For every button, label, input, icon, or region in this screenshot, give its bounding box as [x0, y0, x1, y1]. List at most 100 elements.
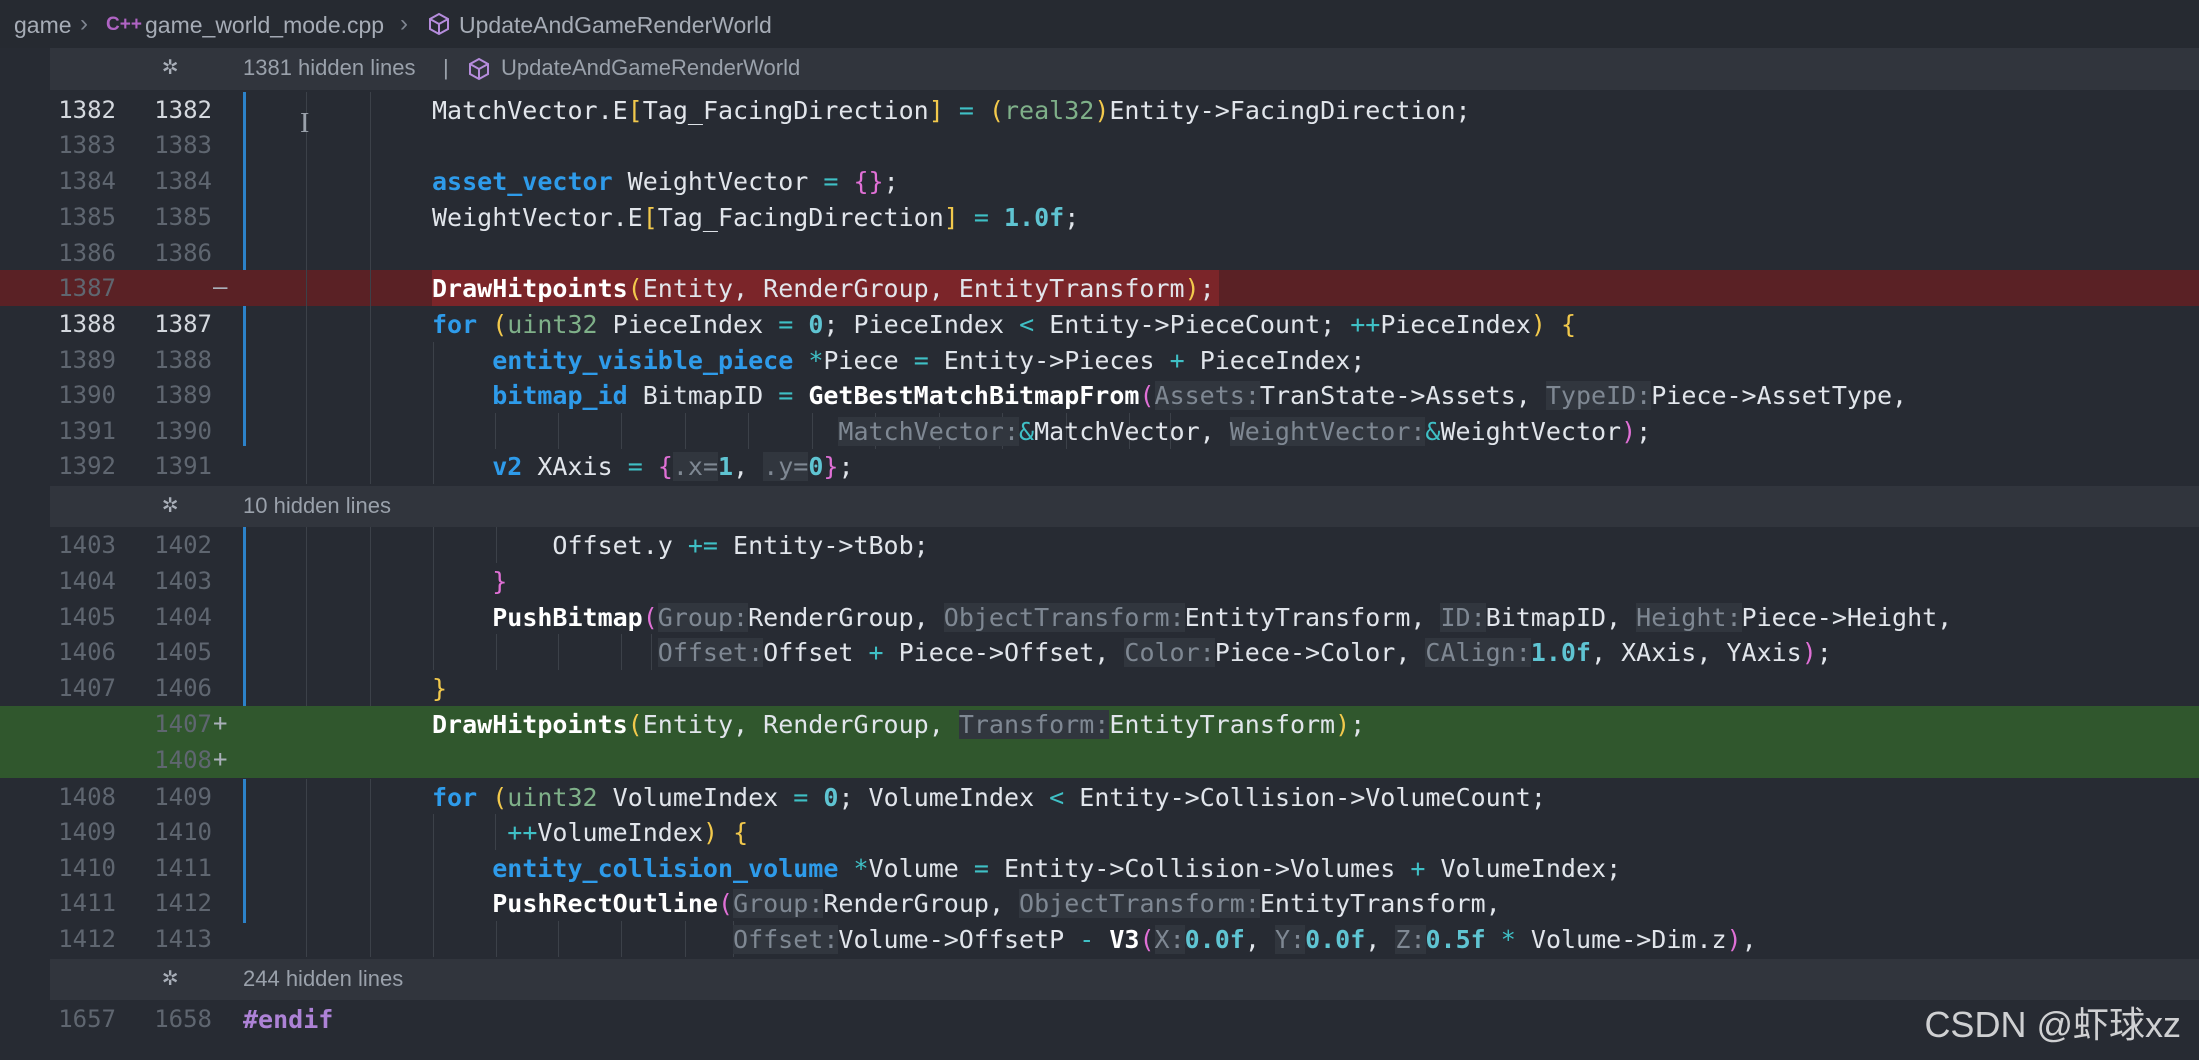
- code-line[interactable]: 1390 1389 bitmap_id BitmapID = GetBestMat…: [0, 377, 2199, 413]
- code-text[interactable]: WeightVector.E[Tag_FacingDirection] = 1.…: [432, 199, 1079, 235]
- old-line-number: 1407: [58, 674, 116, 702]
- new-line-number: 1405: [154, 638, 212, 666]
- code-line[interactable]: 1404 1403 }: [0, 563, 2199, 599]
- old-line-number: 1404: [58, 567, 116, 595]
- added-marker: +: [213, 745, 228, 773]
- code-line[interactable]: 1392 1391 v2 XAxis = {.x=1, .y=0};: [0, 448, 2199, 484]
- code-line[interactable]: 1383 1383: [0, 127, 2199, 163]
- code-text[interactable]: }: [432, 563, 507, 599]
- indent-guide: [306, 885, 307, 921]
- code-line[interactable]: 1412 1413 Offset:Volume->OffsetP - V3(X:0…: [0, 921, 2199, 957]
- code-text[interactable]: ++VolumeIndex) {: [432, 814, 748, 850]
- code-token: ;: [1064, 203, 1080, 232]
- code-token: [: [627, 96, 643, 125]
- code-text[interactable]: entity_collision_volume *Volume = Entity…: [432, 850, 1621, 886]
- breadcrumb-file[interactable]: game_world_mode.cpp: [145, 12, 384, 39]
- code-text[interactable]: Offset.y += Entity->tBob;: [432, 527, 928, 563]
- code-line[interactable]: 1407 1406}: [0, 670, 2199, 706]
- code-line[interactable]: 1391 1390 MatchVector:&MatchVector, Weigh…: [0, 413, 2199, 449]
- code-text[interactable]: DrawHitpoints(Entity, RenderGroup, Trans…: [432, 706, 1365, 742]
- code-token: 1: [718, 452, 734, 481]
- new-line-number: 1408: [154, 746, 212, 774]
- breadcrumb-folder[interactable]: game: [14, 12, 72, 39]
- code-text[interactable]: Offset:Volume->OffsetP - V3(X:0.0f, Y:0.…: [432, 921, 1757, 957]
- code-text[interactable]: DrawHitpoints(Entity, RenderGroup, Entit…: [432, 270, 1219, 306]
- deleted-line[interactable]: 1387 — DrawHitpoints(Entity, RenderGroup, …: [0, 270, 2199, 306]
- code-token: =: [778, 381, 794, 410]
- old-line-number: 1389: [58, 346, 116, 374]
- old-line-number: 1385: [58, 203, 116, 231]
- code-line[interactable]: 1411 1412 PushRectOutline(Group:RenderGro…: [0, 885, 2199, 921]
- code-line[interactable]: 1403 1402 Offset.y += Entity->tBob;: [0, 527, 2199, 563]
- code-line[interactable]: 1388 1387 for (uint32 PieceIndex = 0; Piec…: [0, 306, 2199, 342]
- code-token: V3: [1109, 925, 1140, 954]
- code-line[interactable]: 1409 1410 ++VolumeIndex) {: [0, 814, 2199, 850]
- code-text[interactable]: Offset:Offset + Piece->Offset, Color:Pie…: [432, 634, 1832, 670]
- unfold-icon[interactable]: ✲: [162, 50, 178, 81]
- code-text[interactable]: bitmap_id BitmapID = GetBestMatchBitmapF…: [432, 377, 1907, 413]
- code-token: Offset.y: [432, 531, 688, 560]
- breadcrumb-symbol[interactable]: UpdateAndGameRenderWorld: [459, 12, 772, 39]
- code-token: real32: [1004, 96, 1095, 125]
- code-token: EntityTransform,: [1184, 603, 1441, 632]
- added-line[interactable]: 1407 + DrawHitpoints(Entity, RenderGroup, …: [0, 706, 2199, 742]
- code-token: Entity->Collision->Volumes: [988, 854, 1411, 883]
- code-line[interactable]: 1406 1405 Offset:Offset + Piece->Offset, …: [0, 634, 2199, 670]
- indent-guide: [306, 527, 307, 563]
- code-token: CAlign:: [1425, 638, 1531, 667]
- fold-separator: |: [443, 55, 449, 80]
- code-token: Y:: [1274, 925, 1306, 954]
- code-line[interactable]: 1657 1658 #endif: [0, 1001, 2199, 1037]
- code-text[interactable]: for (uint32 VolumeIndex = 0; VolumeIndex…: [432, 779, 1546, 815]
- code-line[interactable]: 1389 1388 entity_visible_piece *Piece = E…: [0, 342, 2199, 378]
- fold-bar[interactable]: ✲ 1381 hidden lines | UpdateAndGameRende…: [50, 48, 2199, 90]
- code-token: ;: [883, 167, 899, 196]
- code-token: 1.0f: [1530, 638, 1591, 667]
- code-text[interactable]: #endif: [243, 1001, 333, 1037]
- added-line[interactable]: 1408 +: [0, 742, 2199, 778]
- code-token: -: [1079, 925, 1095, 954]
- breadcrumb: game › C++ game_world_mode.cpp › UpdateA…: [0, 0, 2199, 48]
- code-text[interactable]: entity_visible_piece *Piece = Entity->Pi…: [432, 342, 1365, 378]
- indent-guide: [306, 448, 307, 484]
- code-text[interactable]: asset_vector WeightVector = {};: [432, 163, 899, 199]
- code-token: (: [1139, 925, 1155, 954]
- code-token: ): [1530, 310, 1546, 339]
- code-token: (: [642, 603, 658, 632]
- indent-guide: [306, 599, 307, 635]
- unfold-icon[interactable]: ✲: [162, 488, 178, 519]
- code-token: (: [627, 274, 643, 303]
- code-text[interactable]: MatchVector:&MatchVector, WeightVector:&…: [432, 413, 1651, 449]
- code-line[interactable]: 1408 1409 for (uint32 VolumeIndex = 0; Vol…: [0, 779, 2199, 815]
- code-text[interactable]: }: [432, 670, 447, 706]
- code-text[interactable]: PushRectOutline(Group:RenderGroup, Objec…: [432, 885, 1501, 921]
- new-line-number: 1384: [154, 167, 212, 195]
- fold-bar[interactable]: ✲ 10 hidden lines: [50, 486, 2199, 527]
- code-text[interactable]: v2 XAxis = {.x=1, .y=0};: [432, 448, 854, 484]
- code-token: XAxis: [522, 452, 628, 481]
- indent-guide: [370, 850, 371, 886]
- fold-symbol[interactable]: UpdateAndGameRenderWorld: [501, 55, 800, 81]
- fold-bar[interactable]: ✲ 244 hidden lines: [50, 959, 2199, 1000]
- code-text[interactable]: for (uint32 PieceIndex = 0; PieceIndex <…: [432, 306, 1576, 342]
- unfold-icon[interactable]: ✲: [162, 961, 178, 992]
- code-line[interactable]: 1384 1384 asset_vector WeightVector = {};: [0, 163, 2199, 199]
- code-text[interactable]: MatchVector.E[Tag_FacingDirection] = (re…: [432, 92, 1471, 128]
- code-token: 0.5f: [1425, 925, 1486, 954]
- code-line[interactable]: 1385 1385 WeightVector.E[Tag_FacingDirecti…: [0, 199, 2199, 235]
- code-line[interactable]: 1382 1382 MatchVector.E[Tag_FacingDirectio…: [0, 92, 2199, 128]
- code-token: ]: [943, 203, 959, 232]
- code-text[interactable]: PushBitmap(Group:RenderGroup, ObjectTran…: [432, 599, 1952, 635]
- code-line[interactable]: 1405 1404 PushBitmap(Group:RenderGroup, O…: [0, 599, 2199, 635]
- code-token: entity_visible_piece: [492, 346, 794, 375]
- old-line-number: 1403: [58, 531, 116, 559]
- code-token: *: [1500, 925, 1516, 954]
- code-token: ,: [1741, 925, 1757, 954]
- code-line[interactable]: 1410 1411 entity_collision_volume *Volume…: [0, 850, 2199, 886]
- code-line[interactable]: 1386 1386: [0, 235, 2199, 271]
